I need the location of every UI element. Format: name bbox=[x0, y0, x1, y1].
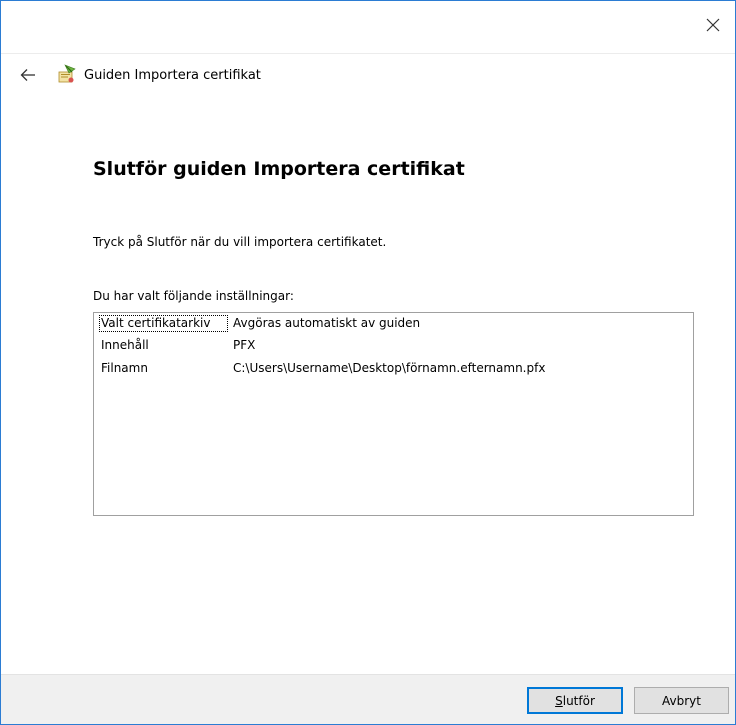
cancel-label: Avbryt bbox=[662, 693, 701, 708]
settings-value: PFX bbox=[233, 338, 256, 352]
title-bar bbox=[1, 1, 735, 54]
settings-key: Innehåll bbox=[101, 338, 149, 352]
certificate-wizard-icon bbox=[58, 64, 76, 83]
back-arrow-icon bbox=[20, 69, 35, 81]
button-bar: Slutför Avbryt bbox=[1, 674, 735, 724]
wizard-title: Guiden Importera certifikat bbox=[84, 67, 261, 83]
settings-key: Filnamn bbox=[101, 361, 148, 375]
page-heading: Slutför guiden Importera certifikat bbox=[93, 158, 465, 180]
instruction-text: Tryck på Slutför när du vill importera c… bbox=[93, 235, 387, 249]
finish-label: lutför bbox=[562, 693, 595, 708]
settings-row[interactable]: Innehåll PFX bbox=[94, 335, 693, 355]
back-button[interactable] bbox=[14, 61, 42, 89]
settings-label: Du har valt följande inställningar: bbox=[93, 289, 294, 303]
settings-row[interactable]: Filnamn C:\Users\Username\Desktop\förnam… bbox=[94, 358, 693, 378]
settings-value: C:\Users\Username\Desktop\förnamn.eftern… bbox=[233, 361, 546, 375]
wizard-window: Guiden Importera certifikat Slutför guid… bbox=[0, 0, 736, 725]
cancel-button[interactable]: Avbryt bbox=[634, 687, 729, 714]
close-button[interactable] bbox=[691, 1, 735, 49]
close-icon bbox=[706, 18, 720, 32]
settings-list[interactable]: Valt certifikatarkiv Avgöras automatiskt… bbox=[93, 312, 694, 516]
finish-mnemonic: S bbox=[555, 693, 563, 708]
settings-key: Valt certifikatarkiv bbox=[101, 316, 211, 330]
settings-row[interactable]: Valt certifikatarkiv Avgöras automatiskt… bbox=[94, 313, 693, 333]
settings-value: Avgöras automatiskt av guiden bbox=[233, 316, 421, 330]
wizard-header: Guiden Importera certifikat bbox=[1, 54, 735, 96]
finish-button[interactable]: Slutför bbox=[527, 687, 623, 714]
